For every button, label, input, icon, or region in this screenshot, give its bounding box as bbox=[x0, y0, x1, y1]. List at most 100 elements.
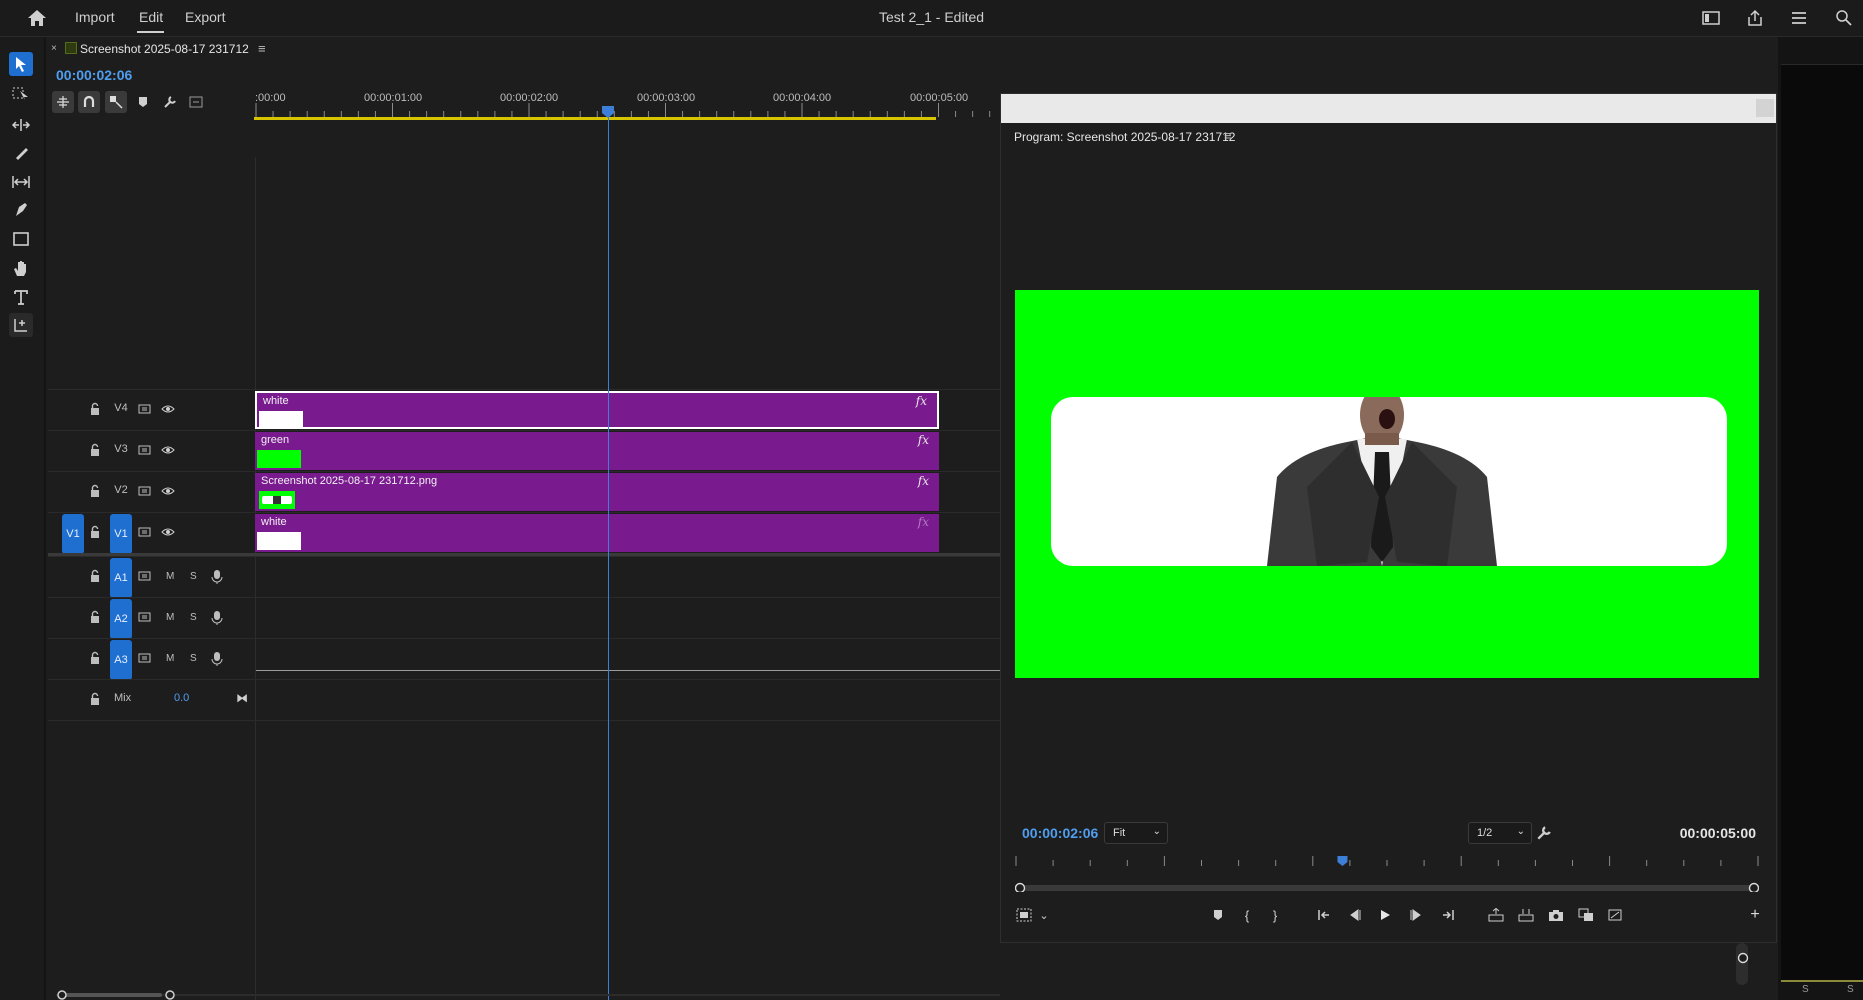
sync-lock-icon[interactable] bbox=[138, 485, 152, 497]
step-back-button[interactable] bbox=[1344, 904, 1366, 926]
solo-button[interactable]: S bbox=[190, 571, 197, 582]
clip-screenshot-v2[interactable]: Screenshot 2025-08-17 231712.png fx bbox=[255, 473, 939, 511]
type-tool[interactable] bbox=[9, 285, 33, 309]
razor-tool[interactable] bbox=[9, 141, 33, 165]
fx-badge[interactable]: fx bbox=[916, 394, 927, 408]
program-video-frame[interactable] bbox=[1015, 290, 1759, 678]
work-area-bar[interactable] bbox=[254, 117, 936, 120]
track-target-a3[interactable]: A3 bbox=[110, 640, 132, 680]
sync-lock-icon[interactable] bbox=[138, 526, 152, 538]
lock-icon[interactable] bbox=[88, 610, 102, 624]
mark-in-button[interactable]: { bbox=[1236, 904, 1258, 926]
step-forward-button[interactable] bbox=[1405, 904, 1427, 926]
go-to-in-button[interactable] bbox=[1313, 904, 1335, 926]
workspaces-menu-icon[interactable] bbox=[1789, 8, 1809, 28]
solo-button[interactable]: S bbox=[190, 612, 197, 623]
insert-sequence-nests-button[interactable] bbox=[52, 91, 74, 113]
mark-out-button[interactable]: } bbox=[1264, 904, 1286, 926]
share-icon[interactable] bbox=[1745, 8, 1765, 28]
timeline-horizontal-scrollbar[interactable] bbox=[56, 990, 1000, 1000]
timeline-settings-button[interactable] bbox=[159, 91, 181, 113]
linked-selection-button[interactable] bbox=[105, 91, 127, 113]
track-select-tool[interactable] bbox=[9, 81, 33, 105]
clip-white-v1[interactable]: white fx bbox=[255, 514, 939, 552]
clip-white-v4[interactable]: white fx bbox=[255, 391, 939, 429]
hand-tool[interactable] bbox=[9, 256, 33, 280]
program-zoom-scrollbar[interactable] bbox=[1015, 882, 1759, 892]
sync-lock-icon[interactable] bbox=[138, 570, 152, 582]
track-label[interactable]: V2 bbox=[112, 484, 130, 496]
microphone-icon[interactable] bbox=[211, 651, 223, 667]
sync-lock-icon[interactable] bbox=[138, 403, 152, 415]
program-timecode[interactable]: 00:00:02:06 bbox=[1022, 825, 1098, 841]
add-marker-button[interactable] bbox=[1207, 904, 1229, 926]
slip-tool[interactable] bbox=[9, 170, 33, 194]
go-to-out-button[interactable] bbox=[1437, 904, 1459, 926]
clip-green-v3[interactable]: green fx bbox=[255, 432, 939, 470]
lock-icon[interactable] bbox=[88, 651, 102, 665]
button-editor-button[interactable]: + bbox=[1744, 904, 1766, 926]
zoom-dropdown[interactable]: Fit ⌄ bbox=[1104, 822, 1168, 844]
mute-button[interactable]: M bbox=[166, 612, 174, 623]
selection-tool[interactable] bbox=[9, 52, 33, 76]
microphone-icon[interactable] bbox=[211, 569, 223, 585]
mix-volume-value[interactable]: 0.0 bbox=[174, 692, 189, 704]
lock-icon[interactable] bbox=[88, 443, 102, 457]
export-frame-button[interactable] bbox=[1545, 904, 1567, 926]
mix-expand-icon[interactable]: ⧓ bbox=[236, 691, 248, 705]
toggle-proxies-button[interactable] bbox=[1604, 904, 1626, 926]
comparison-view-button[interactable] bbox=[1575, 904, 1597, 926]
mute-button[interactable]: M bbox=[166, 653, 174, 664]
pen-tool[interactable] bbox=[9, 198, 33, 222]
playhead-handle[interactable] bbox=[602, 106, 614, 118]
lock-icon[interactable] bbox=[88, 402, 102, 416]
safe-margins-button[interactable] bbox=[1013, 904, 1035, 926]
add-marker-button[interactable] bbox=[132, 91, 154, 113]
play-button[interactable] bbox=[1374, 904, 1396, 926]
fx-badge[interactable]: fx bbox=[918, 515, 929, 529]
eye-icon[interactable] bbox=[161, 445, 175, 455]
track-target-a1[interactable]: A1 bbox=[110, 558, 132, 598]
resolution-dropdown[interactable]: 1/2 ⌄ bbox=[1468, 822, 1532, 844]
fx-badge[interactable]: fx bbox=[918, 474, 929, 488]
vertical-scrollbar[interactable] bbox=[1736, 943, 1748, 985]
panel-menu-icon[interactable]: ≡ bbox=[1224, 128, 1232, 143]
sequence-tab[interactable]: Screenshot 2025-08-17 231712 bbox=[80, 42, 249, 56]
eye-icon[interactable] bbox=[161, 527, 175, 537]
lock-icon[interactable] bbox=[88, 484, 102, 498]
workspace-panel-icon[interactable] bbox=[1701, 8, 1721, 28]
lock-icon[interactable] bbox=[88, 525, 102, 539]
track-target-v1[interactable]: V1 bbox=[110, 514, 132, 554]
track-label[interactable]: V4 bbox=[112, 402, 130, 414]
wrench-icon[interactable] bbox=[1536, 825, 1552, 841]
panel-menu-icon[interactable]: ≡ bbox=[258, 41, 266, 56]
mute-button[interactable]: M bbox=[166, 571, 174, 582]
lock-icon[interactable] bbox=[88, 569, 102, 583]
track-target-a2[interactable]: A2 bbox=[110, 599, 132, 639]
scroll-handle[interactable] bbox=[1737, 952, 1749, 964]
program-time-ruler[interactable] bbox=[1015, 854, 1759, 872]
ripple-edit-tool[interactable] bbox=[9, 113, 33, 137]
eye-icon[interactable] bbox=[161, 404, 175, 414]
rectangle-tool[interactable] bbox=[9, 227, 33, 251]
lock-icon[interactable] bbox=[88, 692, 102, 706]
solo-button-left[interactable]: S bbox=[1802, 984, 1809, 995]
microphone-icon[interactable] bbox=[211, 610, 223, 626]
extract-button[interactable] bbox=[1515, 904, 1537, 926]
program-title[interactable]: Program: Screenshot 2025-08-17 231712 bbox=[1014, 130, 1235, 144]
settings-dropdown[interactable]: ⌄ bbox=[1033, 904, 1055, 926]
eye-icon[interactable] bbox=[161, 486, 175, 496]
fx-badge[interactable]: fx bbox=[918, 433, 929, 447]
sync-lock-icon[interactable] bbox=[138, 444, 152, 456]
program-playhead[interactable] bbox=[1337, 856, 1348, 866]
captions-button[interactable] bbox=[185, 91, 207, 113]
track-label[interactable]: V3 bbox=[112, 443, 130, 455]
search-icon[interactable] bbox=[1834, 8, 1854, 28]
remix-tool[interactable] bbox=[9, 313, 33, 337]
timeline-timecode[interactable]: 00:00:02:06 bbox=[56, 67, 132, 83]
sync-lock-icon[interactable] bbox=[138, 611, 152, 623]
sync-lock-icon[interactable] bbox=[138, 652, 152, 664]
lift-button[interactable] bbox=[1485, 904, 1507, 926]
source-patch-v1[interactable]: V1 bbox=[62, 514, 84, 554]
solo-button-right[interactable]: S bbox=[1847, 984, 1854, 995]
